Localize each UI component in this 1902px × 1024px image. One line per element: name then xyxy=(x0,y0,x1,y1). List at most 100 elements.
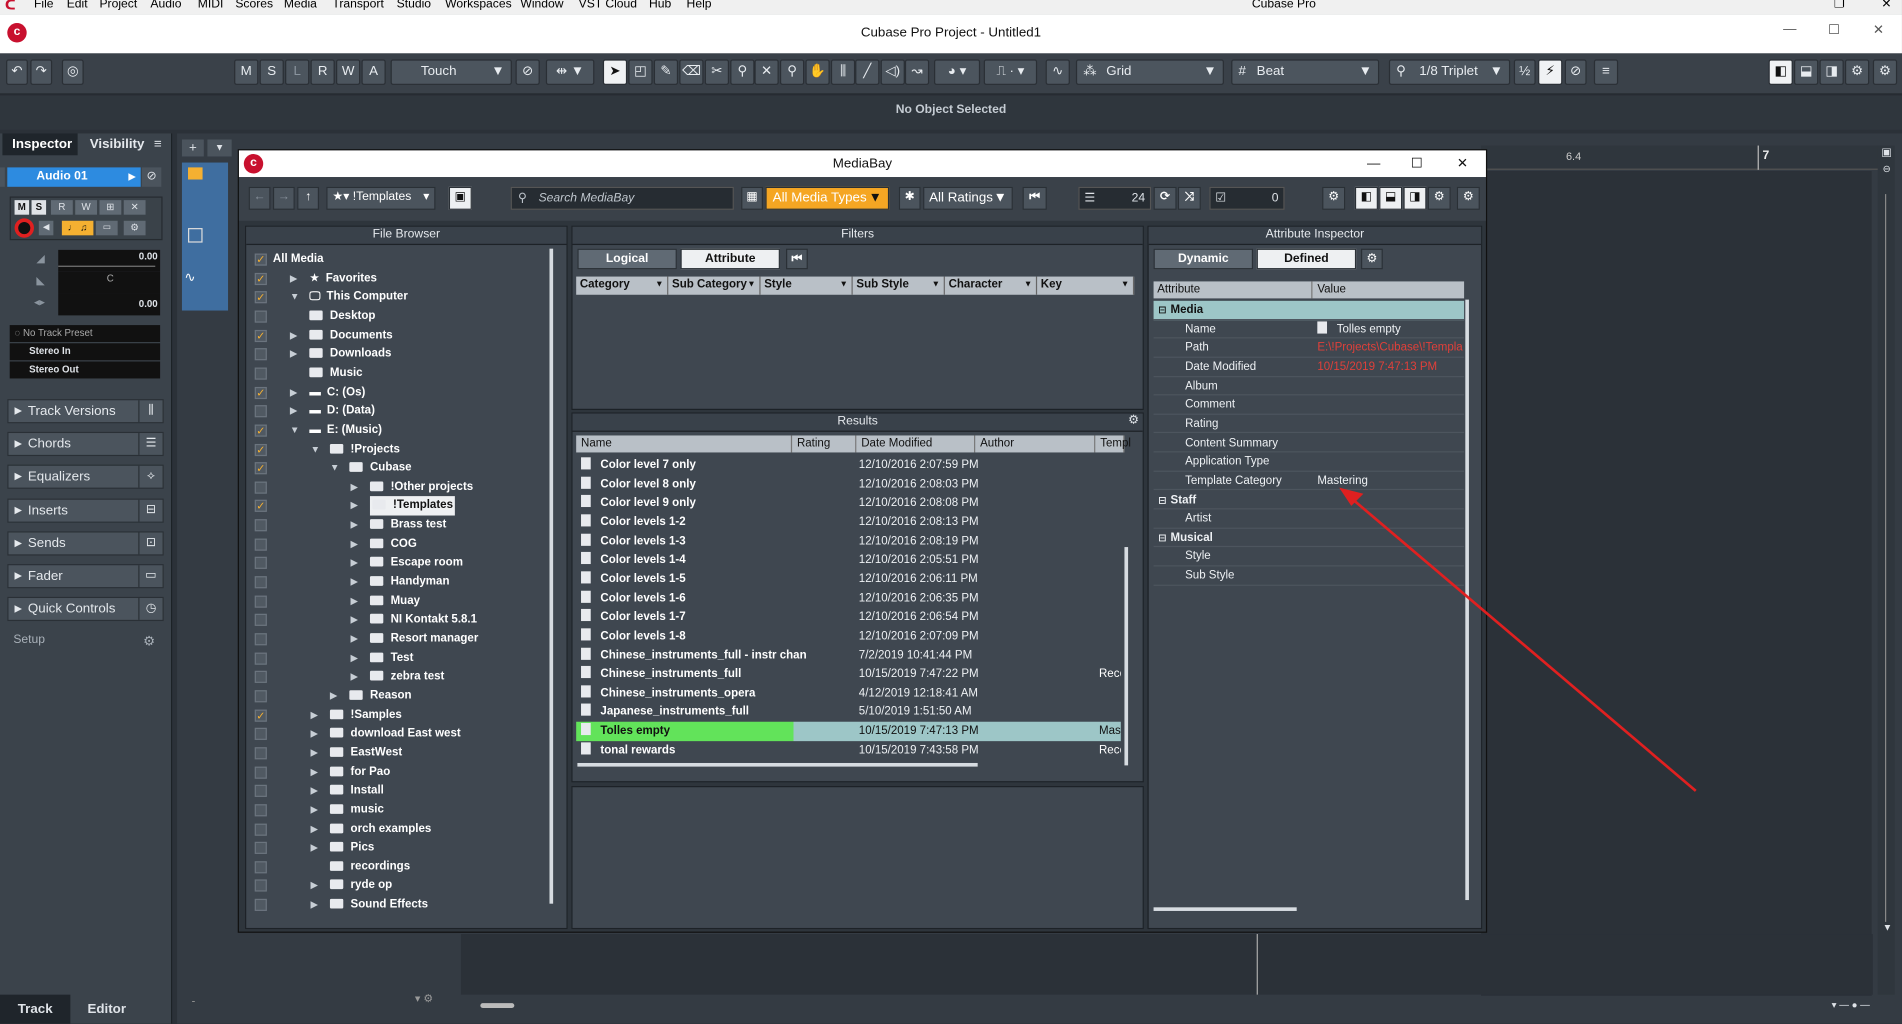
table-row[interactable]: Chinese_instruments_full 10/15/2019 7:47:… xyxy=(576,665,1121,684)
redo-button[interactable]: ↷ xyxy=(30,59,53,85)
read-button[interactable]: R xyxy=(50,200,73,215)
checkbox[interactable]: ✓ xyxy=(254,462,267,475)
expand-icon[interactable]: ▶ xyxy=(311,743,318,762)
maximize-button[interactable]: ☐ xyxy=(1411,150,1423,177)
layout-settings-icon[interactable]: ⚙ xyxy=(1427,186,1451,210)
table-row[interactable]: Japanese_instruments_full 5/10/2019 1:51:… xyxy=(576,703,1121,722)
file-browser-scrollbar[interactable] xyxy=(549,248,554,904)
file-browser-item[interactable]: ✓ ▶ ★ Favorites xyxy=(246,269,547,288)
tab-track[interactable]: Track xyxy=(0,994,71,1024)
expand-icon[interactable]: ▶ xyxy=(311,800,318,819)
expand-icon[interactable]: ▶ xyxy=(290,383,297,402)
menu-file[interactable]: File xyxy=(34,0,54,11)
expand-icon[interactable]: ▶ xyxy=(351,554,358,573)
undo-button[interactable]: ↶ xyxy=(6,59,28,85)
glue-tool[interactable]: ⚲ xyxy=(730,59,755,85)
minimize-button[interactable]: — xyxy=(1367,150,1380,177)
ruler[interactable]: 6.4 7 xyxy=(1481,145,1882,170)
solo-button[interactable]: S xyxy=(259,59,284,85)
horizontal-scrollbar[interactable]: ▾ — ● — xyxy=(473,1000,1892,1012)
record-enable-button[interactable] xyxy=(14,218,34,238)
section-quick-controls[interactable]: ▶ Quick Controls ◷ xyxy=(7,597,164,622)
expand-icon[interactable]: ▶ xyxy=(290,402,297,421)
track-header[interactable]: ▼ Audio 01 ▶ xyxy=(0,167,141,187)
checkbox[interactable] xyxy=(254,310,267,323)
beat-select[interactable]: # Beat ▼ xyxy=(1231,59,1380,85)
autoscroll-icon[interactable]: ⊘ xyxy=(515,59,540,85)
file-browser-item[interactable]: ▶ ▬ D: (Data) xyxy=(246,402,547,421)
track-list-menu[interactable]: ▼ xyxy=(207,139,232,157)
menu-help[interactable]: Help xyxy=(687,0,712,11)
file-browser-item[interactable]: ▶ for Pao xyxy=(246,762,547,781)
settings-icon[interactable]: ⚙ xyxy=(1844,59,1870,85)
checkbox[interactable] xyxy=(254,633,267,646)
layout-right-icon[interactable]: ◨ xyxy=(1403,186,1427,210)
results-scrollbar[interactable] xyxy=(1124,547,1129,766)
file-browser-item[interactable]: ▶ download East west xyxy=(246,724,547,743)
quantize-select[interactable]: ⚲ 1/8 Triplet ▼ xyxy=(1388,59,1511,85)
menu-project[interactable]: Project xyxy=(99,0,137,11)
checkbox[interactable] xyxy=(254,898,267,912)
object-select-tool[interactable]: ➤ xyxy=(602,59,628,85)
location-select[interactable]: ★▾ !Templates ▾ xyxy=(326,186,436,210)
automation-a-button[interactable]: A xyxy=(361,59,386,85)
table-row[interactable]: Color levels 1-6 12/10/2016 2:06:35 PM xyxy=(576,589,1121,608)
expand-icon[interactable]: ▶ xyxy=(351,497,358,516)
checkbox[interactable] xyxy=(254,576,267,589)
attribute-row[interactable]: Name Tolles empty xyxy=(1153,320,1465,339)
table-row[interactable]: Chinese_instruments_opera 4/12/2019 12:18… xyxy=(576,684,1121,703)
snap-zero-icon[interactable]: ∿ xyxy=(1045,59,1070,85)
filter-column-style[interactable]: Style ▼ xyxy=(760,276,853,295)
checkbox[interactable] xyxy=(254,557,267,570)
menu-vst-cloud[interactable]: VST Cloud xyxy=(579,0,637,11)
checkbox[interactable]: ✓ xyxy=(254,253,267,266)
hand-tool[interactable]: ✋ xyxy=(805,59,830,85)
file-browser-item[interactable]: ▶ COG xyxy=(246,535,547,554)
dynamic-button[interactable]: Dynamic xyxy=(1153,248,1254,270)
collapse-icon[interactable]: ▼ xyxy=(330,459,340,478)
checkbox[interactable]: ✓ xyxy=(254,386,267,399)
expand-icon[interactable]: ▶ xyxy=(290,345,297,364)
expand-icon[interactable]: ▶ xyxy=(311,895,318,914)
checkbox[interactable] xyxy=(254,481,267,494)
quantize-panel-icon[interactable]: ≡ xyxy=(1593,59,1619,85)
expand-icon[interactable]: ▶ xyxy=(311,819,318,838)
setup-label[interactable]: Setup xyxy=(13,633,45,646)
attribute-row[interactable]: Comment xyxy=(1153,396,1465,415)
attribute-group[interactable]: ⊟ Media xyxy=(1153,300,1465,320)
checkbox[interactable] xyxy=(254,860,267,874)
menu-transport[interactable]: Transport xyxy=(332,0,383,11)
iterative-quantize-icon[interactable]: ½ xyxy=(1513,59,1536,85)
collapse-icon[interactable]: ▼ xyxy=(290,421,300,440)
file-browser-item[interactable]: ▶ Reason xyxy=(246,686,547,705)
lock-button[interactable]: ▭ xyxy=(95,220,118,236)
checkbox[interactable]: ✓ xyxy=(254,500,267,513)
checkbox[interactable] xyxy=(254,841,267,855)
checkbox[interactable] xyxy=(254,879,267,893)
file-browser-item[interactable]: ▶ orch examples xyxy=(246,819,547,838)
menu-audio[interactable]: Audio xyxy=(150,0,181,11)
file-browser-item[interactable]: ▶ Downloads xyxy=(246,345,547,364)
solo-button[interactable]: S xyxy=(31,200,47,215)
table-row[interactable]: Color levels 1-5 12/10/2016 2:06:11 PM xyxy=(576,570,1121,589)
expand-icon[interactable]: ▶ xyxy=(351,592,358,611)
expand-icon[interactable]: ▶ xyxy=(351,535,358,554)
collapse-icon[interactable]: ▼ xyxy=(290,288,300,307)
menu-edit[interactable]: Edit xyxy=(67,0,88,11)
attribute-button[interactable]: Attribute xyxy=(680,248,780,270)
checkbox[interactable] xyxy=(254,614,267,627)
checkbox[interactable] xyxy=(254,405,267,418)
attribute-settings-icon[interactable]: ⚙ xyxy=(1360,248,1383,270)
forward-button[interactable]: → xyxy=(272,186,295,210)
menu-hub[interactable]: Hub xyxy=(649,0,671,11)
file-browser-item[interactable]: ✓ All Media xyxy=(246,250,547,269)
expand-icon[interactable]: ▶ xyxy=(351,573,358,592)
file-browser-item[interactable]: ✓ ▼ ▬ E: (Music) xyxy=(246,421,547,440)
file-browser-item[interactable]: ▶ Muay xyxy=(246,592,547,611)
table-row[interactable]: Color level 8 only 12/10/2016 2:08:03 PM xyxy=(576,475,1121,494)
show-left-zone-icon[interactable]: ◧ xyxy=(1768,59,1793,85)
close-button[interactable]: ✕ xyxy=(1457,150,1468,177)
comp-tool[interactable]: ⫼ xyxy=(830,59,856,85)
checkbox[interactable] xyxy=(254,595,267,608)
maximize-button[interactable]: ☐ xyxy=(1828,22,1840,38)
